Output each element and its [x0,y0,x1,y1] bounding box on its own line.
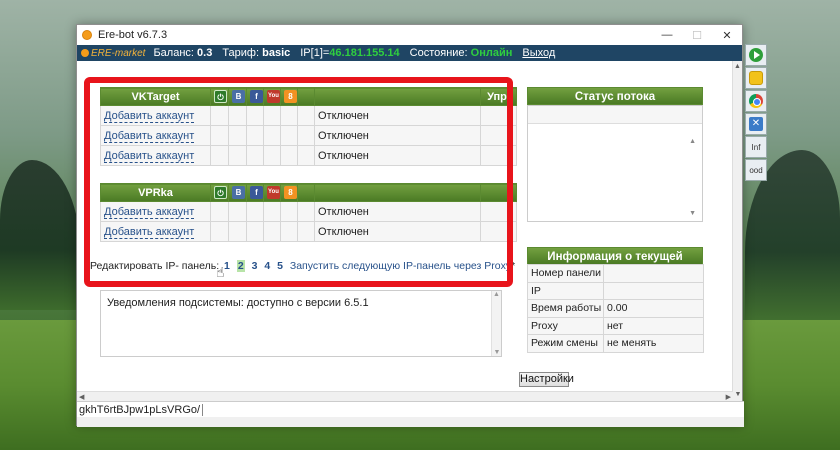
maximize-button[interactable]: ☐ [682,25,712,45]
connection-state: Состояние: Онлайн [409,47,513,59]
inf-button[interactable]: Inf [745,136,767,158]
minimize-button[interactable]: — [652,25,682,45]
stream-status-title: Статус потока [527,87,703,105]
scroll-up-icon[interactable]: ▲ [492,291,501,298]
balance: Баланс: 0.3 [153,47,213,59]
uptime-value: 0.00 [603,299,704,318]
ip-value [603,281,704,300]
play-icon [749,48,763,62]
table-row: Номер панели [527,264,704,283]
hand-cursor-icon: ☝ [216,264,225,280]
ere-market-logo-icon [81,49,89,57]
scroll-up-icon[interactable]: ▲ [733,61,742,73]
scroll-down-icon[interactable]: ▼ [689,210,696,217]
background-forest-left [0,160,80,310]
ip-label: IP [527,281,604,300]
panel-info-table: Номер панели IP Время работы 0.00 Proxy … [527,264,704,353]
window-title: Ere-bot v6.7.3 [98,29,168,41]
stream-status-row [528,106,702,124]
panel-info-title: Информация о текущей панели [527,247,703,281]
notification-box: Уведомления подсистемы: доступно с верси… [100,290,502,357]
app-icon [82,30,92,40]
start-button[interactable] [745,44,767,66]
account-status-bar: ERE-market Баланс: 0.3 Тариф: basic IP[1… [77,45,742,61]
tools-icon: ✕ [749,117,763,131]
stop-button[interactable] [745,67,767,89]
proxy-value: нет [603,316,704,335]
notification-scrollbar[interactable]: ▲ ▼ [491,291,501,356]
close-button[interactable]: ✕ [712,25,742,45]
panel-number-value [603,264,704,283]
tools-button[interactable]: ✕ [745,113,767,135]
stop-icon [749,71,763,85]
table-row: Режим смены не менять [527,334,704,353]
stream-status-panel: ▲ ▼ [527,105,703,222]
scroll-down-icon[interactable]: ▼ [733,389,743,401]
table-row: Время работы 0.00 [527,299,704,318]
ere-market-logo[interactable]: ERE-market [81,48,145,59]
side-toolbar: ✕ Inf ood [745,44,769,182]
uptime-label: Время работы [527,299,604,318]
exit-link[interactable]: Выход [522,47,555,59]
scroll-up-icon[interactable]: ▲ [689,138,696,145]
proxy-label: Proxy [527,316,604,335]
title-bar: Ere-bot v6.7.3 — ☐ ✕ [77,25,742,45]
window-controls: — ☐ ✕ [652,25,742,45]
panel-number-label: Номер панели [527,264,604,283]
ip-address: IP[1]=46.181.155.14 [300,47,400,59]
highlight-frame [84,77,513,287]
notification-text: Уведомления подсистемы: доступно с верси… [107,297,369,309]
address-text: gkhT6rtBJpw1pLsVRGo/ [79,403,204,416]
tariff: Тариф: basic [222,47,291,59]
browser-button[interactable] [745,90,767,112]
table-row: Proxy нет [527,316,704,335]
switch-mode-label: Режим смены [527,334,604,353]
scroll-down-icon[interactable]: ▼ [492,349,502,356]
chrome-icon [749,94,763,108]
vertical-scrollbar[interactable]: ▲ ▼ [732,61,742,401]
switch-mode-value: не менять [603,334,704,353]
ood-button[interactable]: ood [745,159,767,181]
table-row: IP [527,281,704,300]
bottom-strip [77,417,744,427]
address-bar[interactable]: gkhT6rtBJpw1pLsVRGo/ [77,401,744,417]
settings-button[interactable]: Настройки [519,372,574,387]
